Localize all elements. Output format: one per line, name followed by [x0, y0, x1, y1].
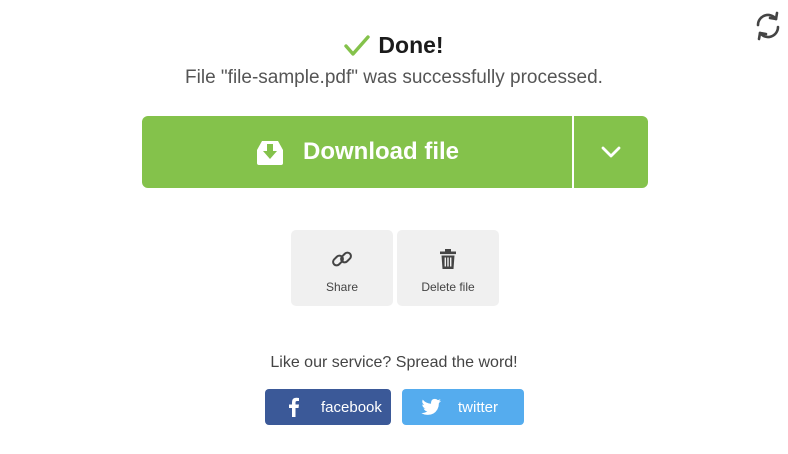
twitter-label: twitter	[458, 398, 499, 416]
delete-file-button[interactable]: Delete file	[397, 230, 499, 306]
chevron-down-icon	[601, 146, 621, 158]
status-message: File "file-sample.pdf" was successfully …	[185, 67, 603, 88]
facebook-label: facebook	[321, 398, 382, 416]
share-button[interactable]: Share	[291, 230, 393, 306]
facebook-share-button[interactable]: facebook	[265, 389, 391, 425]
download-label: Download file	[303, 138, 459, 165]
checkmark-icon	[344, 34, 371, 56]
status-title: Done!	[378, 32, 444, 58]
twitter-icon	[421, 398, 442, 415]
trash-icon	[440, 249, 456, 269]
delete-file-label: Delete file	[421, 280, 475, 294]
status-header: Done!	[0, 32, 788, 59]
download-icon	[257, 141, 283, 165]
link-icon	[332, 251, 352, 267]
facebook-icon	[289, 397, 299, 417]
spread-the-word-text: Like our service? Spread the word!	[270, 354, 518, 371]
download-button[interactable]: Download file	[142, 116, 572, 188]
twitter-share-button[interactable]: twitter	[402, 389, 524, 425]
share-label: Share	[325, 280, 359, 294]
download-options-dropdown[interactable]	[574, 116, 648, 188]
